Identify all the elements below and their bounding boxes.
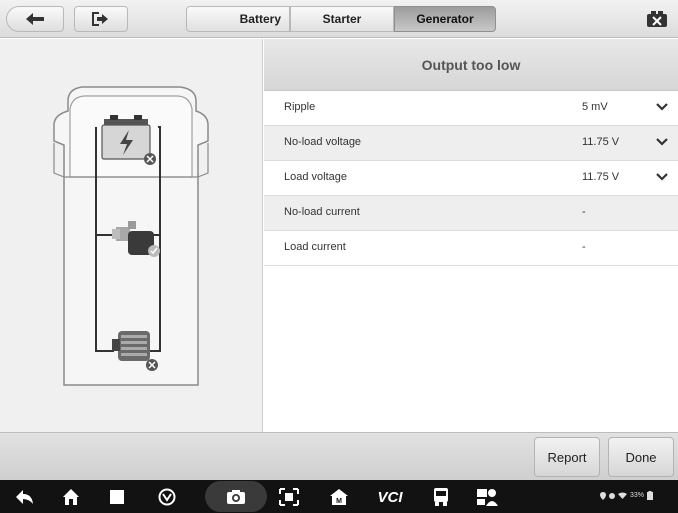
wifi-icon <box>618 492 627 499</box>
report-button[interactable]: Report <box>534 437 600 477</box>
result-row-load-voltage[interactable]: Load voltage 11.75 V <box>264 161 678 196</box>
location-icon <box>600 491 606 500</box>
bottom-action-bar: Report Done <box>0 432 678 480</box>
back-icon[interactable] <box>14 486 36 508</box>
battery-percent: 33% <box>630 492 645 499</box>
vci-close-icon[interactable] <box>646 10 668 28</box>
result-row-no-load-voltage[interactable]: No-load voltage 11.75 V <box>264 126 678 161</box>
vci-icon[interactable]: VCI <box>370 486 410 508</box>
svg-text:M: M <box>336 498 342 505</box>
vehicle-fender-right <box>197 143 209 178</box>
remote-expert-icon[interactable] <box>476 486 498 508</box>
top-toolbar: Battery Starter Generator <box>0 0 678 38</box>
result-row-no-load-current: No-load current - <box>264 196 678 231</box>
back-arrow-icon <box>26 13 44 25</box>
vehicle-diagram-panel <box>0 39 263 432</box>
row-label: Load current <box>284 241 346 253</box>
result-status-header: Output too low <box>264 39 678 91</box>
result-row-ripple[interactable]: Ripple 5 mV <box>264 91 678 126</box>
row-label: No-load voltage <box>284 136 362 148</box>
battery-component[interactable] <box>101 115 156 165</box>
home-icon[interactable] <box>60 486 82 508</box>
tab-starter[interactable]: Starter <box>290 6 394 32</box>
vci-status-icon <box>609 492 615 499</box>
chevron-down-icon[interactable] <box>656 172 668 182</box>
vehicle-fender-left <box>53 143 65 178</box>
status-tray: 33% <box>600 491 654 500</box>
camera-icon[interactable] <box>225 486 247 508</box>
row-label: Ripple <box>284 101 316 113</box>
row-value: 11.75 V <box>582 171 620 183</box>
vehicle-diagram <box>53 86 209 386</box>
result-row-load-current: Load current - <box>264 231 678 266</box>
row-value: - <box>582 206 586 218</box>
row-value: 5 mV <box>582 101 608 113</box>
result-status-text: Output too low <box>421 56 521 73</box>
exit-icon <box>92 12 108 26</box>
back-button[interactable] <box>6 6 64 32</box>
truck-icon[interactable] <box>430 486 452 508</box>
tab-battery[interactable]: Battery <box>186 6 290 32</box>
browser-icon[interactable] <box>156 486 178 508</box>
row-value: 11.75 V <box>582 136 620 148</box>
battery-icon <box>647 491 654 500</box>
row-label: No-load current <box>284 206 360 218</box>
exit-button[interactable] <box>74 6 128 32</box>
test-result-panel: Output too low Ripple 5 mV No-load volta… <box>264 39 678 432</box>
recent-apps-icon[interactable] <box>106 486 128 508</box>
row-value: - <box>582 241 586 253</box>
vci-label: VCI <box>377 488 403 506</box>
tab-generator[interactable]: Generator <box>394 6 496 32</box>
chevron-down-icon[interactable] <box>656 137 668 147</box>
done-button[interactable]: Done <box>608 437 674 477</box>
row-label: Load voltage <box>284 171 347 183</box>
maxifix-icon[interactable]: M <box>328 486 350 508</box>
chevron-down-icon[interactable] <box>656 102 668 112</box>
system-navigation-bar: M VCI 33% <box>0 480 678 513</box>
screenshot-icon[interactable] <box>278 486 300 508</box>
